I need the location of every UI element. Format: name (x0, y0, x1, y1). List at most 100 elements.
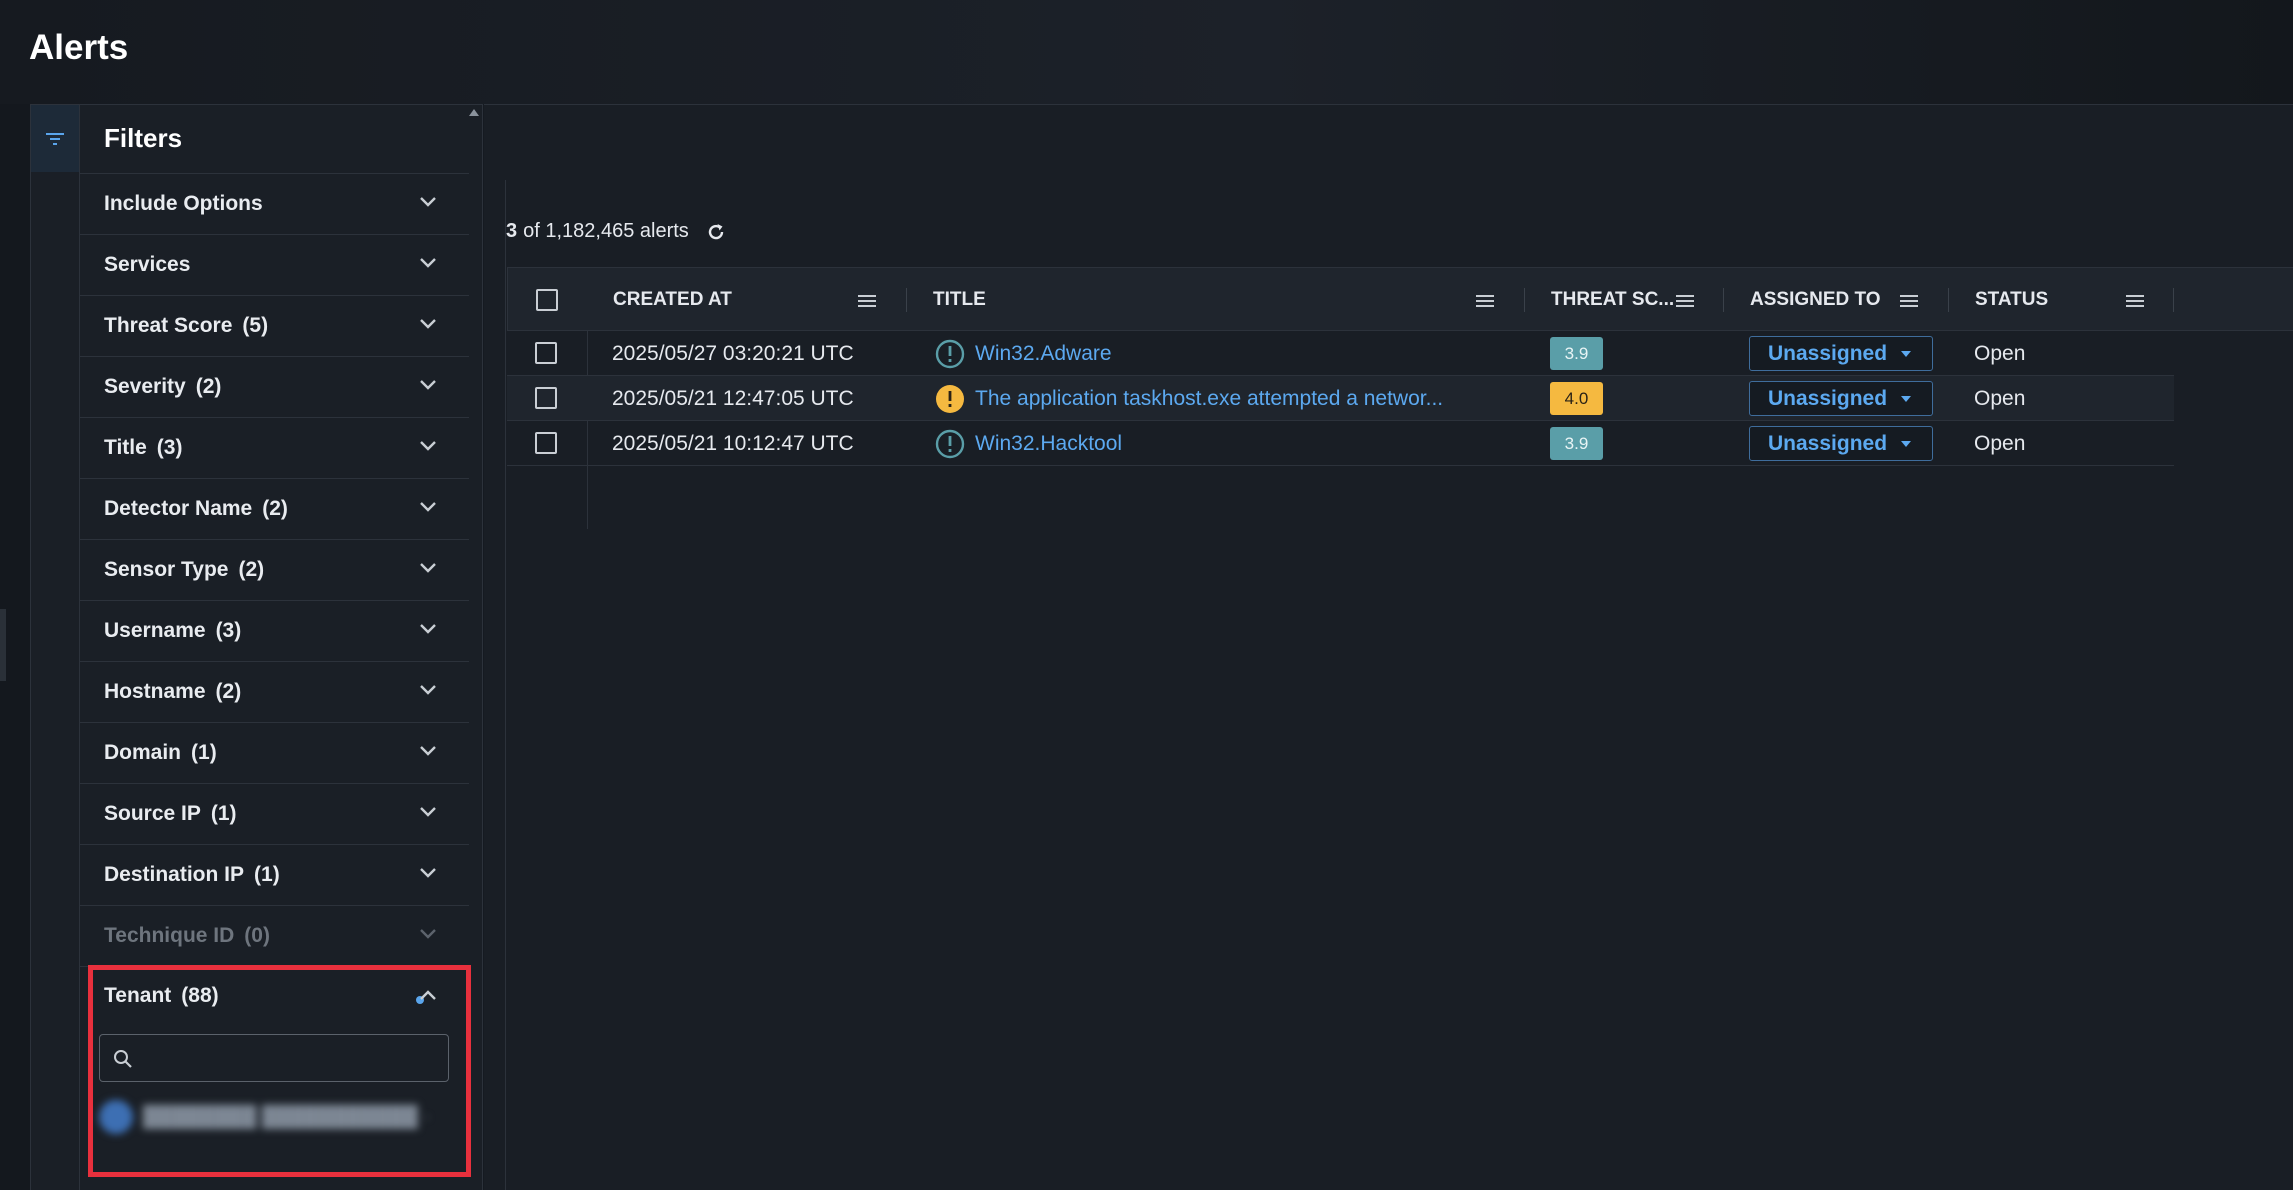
chevron-down-icon (420, 319, 436, 329)
filter-count: (0) (244, 924, 270, 947)
assignee-label: Unassigned (1768, 431, 1888, 455)
threat-score-cell: 3.9 (1550, 421, 1603, 466)
filter-tenant: Tenant (88) ████████ ███████████ · (80, 966, 469, 1176)
filter-title[interactable]: Title (3) (80, 417, 469, 478)
filter-threat-score[interactable]: Threat Score (5) (80, 295, 469, 356)
table-body: 2025/05/27 03:20:21 UTC Win32.Adware 3.9… (507, 331, 2293, 529)
column-separator[interactable] (906, 288, 907, 312)
panel-divider (505, 180, 506, 1190)
column-menu-icon[interactable] (1900, 294, 1918, 308)
column-header-status[interactable]: STATUS (1975, 268, 2048, 332)
assigned-to-cell: Unassigned (1749, 331, 1933, 376)
filter-toggle-button[interactable] (31, 105, 79, 172)
row-checkbox[interactable] (535, 342, 557, 364)
filter-rail (31, 105, 80, 1190)
threat-score-cell: 3.9 (1550, 331, 1603, 376)
threat-score-cell: 4.0 (1550, 376, 1603, 421)
filter-label: Include Options (104, 192, 263, 215)
filter-username[interactable]: Username (3) (80, 600, 469, 661)
select-all-checkbox[interactable] (536, 289, 558, 311)
row-checkbox[interactable] (535, 387, 557, 409)
caret-down-icon (1901, 440, 1912, 447)
chevron-down-icon (420, 563, 436, 573)
info-circle-icon (935, 429, 965, 458)
filter-label: Threat Score (104, 314, 233, 337)
column-header-created-at[interactable]: CREATED AT (613, 268, 732, 332)
column-separator[interactable] (1948, 288, 1949, 312)
page-title: Alerts (29, 28, 129, 67)
filter-count: (3) (156, 436, 183, 459)
filter-count: (2) (195, 375, 222, 398)
chevron-down-icon (420, 685, 436, 695)
filter-include-options[interactable]: Include Options (80, 173, 469, 234)
results-shown: 3 (506, 220, 518, 242)
warning-circle-icon (936, 384, 964, 413)
edge-handle[interactable] (0, 609, 6, 681)
table-row[interactable]: 2025/05/27 03:20:21 UTC Win32.Adware 3.9… (507, 331, 2174, 376)
table-row[interactable]: 2025/05/21 10:12:47 UTC Win32.Hacktool 3… (507, 421, 2174, 466)
chevron-down-icon (420, 502, 436, 512)
column-header-assigned-to[interactable]: ASSIGNED TO (1750, 268, 1881, 332)
chevron-down-icon (420, 929, 436, 939)
page-header (0, 0, 2293, 104)
threat-score-badge: 3.9 (1550, 337, 1603, 370)
row-checkbox[interactable] (535, 432, 557, 454)
alert-title-link[interactable]: Win32.Adware (975, 342, 1112, 366)
assignee-dropdown[interactable]: Unassigned (1749, 426, 1933, 461)
chevron-up-icon[interactable] (419, 989, 437, 1001)
column-header-threat-score[interactable]: THREAT SC... (1551, 268, 1674, 332)
table-row[interactable]: 2025/05/21 12:47:05 UTC The application … (507, 376, 2174, 421)
filter-icon (46, 132, 64, 145)
alert-title-link[interactable]: The application taskhost.exe attempted a… (975, 387, 1443, 411)
filter-count: (5) (242, 314, 269, 337)
assignee-label: Unassigned (1768, 341, 1888, 365)
filter-detector-name[interactable]: Detector Name (2) (80, 478, 469, 539)
column-menu-icon[interactable] (858, 294, 876, 308)
column-menu-icon[interactable] (2126, 294, 2144, 308)
status-cell: Open (1974, 386, 2026, 410)
filter-count: (1) (254, 863, 280, 886)
left-edge (0, 104, 30, 1190)
title-cell: Win32.Adware (935, 331, 1112, 376)
alert-title-link[interactable]: Win32.Hacktool (975, 432, 1122, 456)
column-menu-icon[interactable] (1476, 294, 1494, 308)
filter-label: Tenant (104, 984, 172, 1007)
alerts-table: CREATED AT TITLE THREAT SC... ASSIGNED T… (507, 267, 2293, 529)
column-menu-icon[interactable] (1676, 294, 1694, 308)
filter-source-ip[interactable]: Source IP (1) (80, 783, 469, 844)
chevron-down-icon (420, 441, 436, 451)
tenant-search-input[interactable] (99, 1034, 449, 1082)
scroll-up-arrow[interactable] (469, 109, 479, 116)
results-text: of 1,182,465 alerts (523, 220, 689, 242)
created-at-cell: 2025/05/27 03:20:21 UTC (612, 341, 854, 365)
filter-tenant-header[interactable]: Tenant (88) (104, 984, 219, 1008)
tenant-option[interactable]: ████████ ███████████ · (99, 1097, 449, 1137)
filter-domain[interactable]: Domain (1) (80, 722, 469, 783)
refresh-icon[interactable] (705, 221, 727, 243)
filter-count: (2) (215, 680, 242, 703)
column-separator[interactable] (1723, 288, 1724, 312)
assignee-dropdown[interactable]: Unassigned (1749, 381, 1933, 416)
title-cell: Win32.Hacktool (935, 421, 1122, 466)
assigned-to-cell: Unassigned (1749, 376, 1933, 421)
table-header: CREATED AT TITLE THREAT SC... ASSIGNED T… (507, 267, 2293, 331)
column-separator[interactable] (1524, 288, 1525, 312)
avatar (99, 1100, 133, 1134)
filter-label: Username (104, 619, 206, 642)
column-separator[interactable] (2173, 288, 2174, 312)
filter-severity[interactable]: Severity (2) (80, 356, 469, 417)
filter-destination-ip[interactable]: Destination IP (1) (80, 844, 469, 905)
search-icon (114, 1050, 132, 1068)
column-header-title[interactable]: TITLE (933, 268, 986, 332)
filter-count: (2) (262, 497, 288, 520)
assignee-dropdown[interactable]: Unassigned (1749, 336, 1933, 371)
title-cell: The application taskhost.exe attempted a… (935, 376, 1443, 421)
filter-hostname[interactable]: Hostname (2) (80, 661, 469, 722)
chevron-down-icon (420, 258, 436, 268)
filter-services[interactable]: Services (80, 234, 469, 295)
filter-sensor-type[interactable]: Sensor Type (2) (80, 539, 469, 600)
filter-label: Destination IP (104, 863, 245, 886)
chevron-down-icon (420, 197, 436, 207)
threat-score-badge: 4.0 (1550, 382, 1603, 415)
tenant-option-label: ████████ ███████████ · (143, 1105, 431, 1128)
